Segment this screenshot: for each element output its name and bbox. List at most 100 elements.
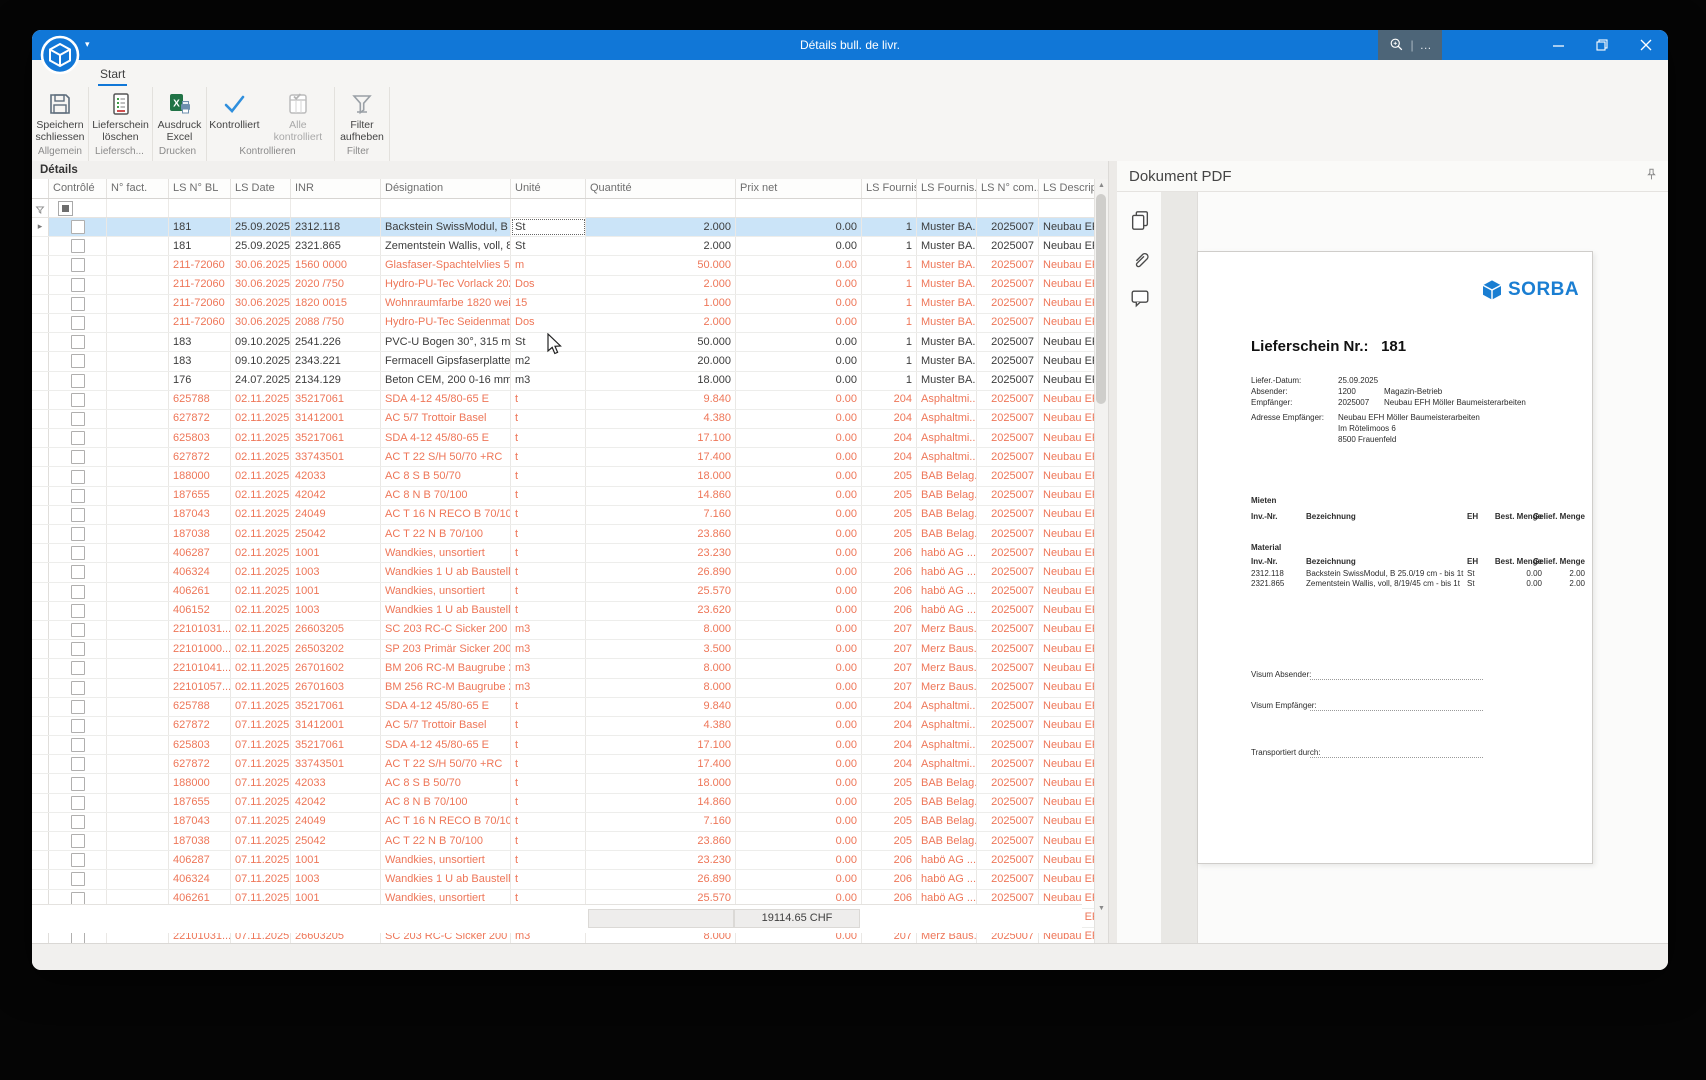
- cell-qty[interactable]: 17.100: [586, 429, 736, 447]
- restore-button[interactable]: [1580, 30, 1624, 60]
- cell-nfact[interactable]: [107, 813, 169, 831]
- cell-ncom[interactable]: 2025007: [977, 506, 1039, 524]
- cell-ncom[interactable]: 2025007: [977, 794, 1039, 812]
- filter-cell-bl[interactable]: [169, 199, 231, 217]
- cell-inr[interactable]: 31412001: [291, 717, 381, 735]
- save-close-button[interactable]: Speichern schliessen: [32, 87, 88, 143]
- cell-descr[interactable]: Neubau EF...: [1039, 448, 1095, 466]
- table-row[interactable]: 18704302.11.202524049AC T 16 N RECO B 70…: [32, 506, 1095, 525]
- cell-desig[interactable]: AC 8 S B 50/70: [381, 774, 511, 792]
- controlled-checkbox[interactable]: [71, 470, 85, 484]
- cell-prix[interactable]: 0.00: [736, 448, 862, 466]
- cell-inr[interactable]: 25042: [291, 832, 381, 850]
- cell-desig[interactable]: Wandkies 1 U ab Baustelle: [381, 563, 511, 581]
- cell-desig[interactable]: Wandkies, unsortiert: [381, 544, 511, 562]
- column-header-fno[interactable]: LS Fournis...: [862, 179, 917, 198]
- scroll-down-icon[interactable]: ▼: [1095, 902, 1108, 915]
- cell-prix[interactable]: 0.00: [736, 774, 862, 792]
- cell-prix[interactable]: 0.00: [736, 621, 862, 639]
- table-row[interactable]: 211-7206030.06.20252020 /750Hydro-PU-Tec…: [32, 276, 1095, 295]
- cell-unite[interactable]: t: [511, 563, 586, 581]
- cell-prix[interactable]: 0.00: [736, 352, 862, 370]
- cell-desig[interactable]: Beton CEM, 200 0-16 mm: [381, 372, 511, 390]
- cell-controle[interactable]: [49, 544, 107, 562]
- cell-inr[interactable]: 1003: [291, 602, 381, 620]
- cell-prix[interactable]: 0.00: [736, 314, 862, 332]
- controlled-checkbox[interactable]: [71, 815, 85, 829]
- cell-nfact[interactable]: [107, 372, 169, 390]
- table-row[interactable]: 211-7206030.06.20251820 0015Wohnraumfarb…: [32, 295, 1095, 314]
- cell-fno[interactable]: 205: [862, 487, 917, 505]
- controlled-checkbox[interactable]: [71, 316, 85, 330]
- cell-fname[interactable]: BAB Belag...: [917, 467, 977, 485]
- cell-ncom[interactable]: 2025007: [977, 679, 1039, 697]
- cell-descr[interactable]: Neubau EF...: [1039, 774, 1095, 792]
- column-header-unite[interactable]: Unité: [511, 179, 586, 198]
- cell-nfact[interactable]: [107, 487, 169, 505]
- cell-desig[interactable]: AC 8 S B 50/70: [381, 467, 511, 485]
- cell-ncom[interactable]: 2025007: [977, 237, 1039, 255]
- cell-date[interactable]: 07.11.2025: [231, 813, 291, 831]
- table-row[interactable]: 18765502.11.202542042AC 8 N B 70/100t14.…: [32, 487, 1095, 506]
- cell-ncom[interactable]: 2025007: [977, 314, 1039, 332]
- cell-date[interactable]: 02.11.2025: [231, 525, 291, 543]
- cell-bl[interactable]: 211-72060: [169, 256, 231, 274]
- cell-fname[interactable]: Muster BA...: [917, 256, 977, 274]
- cell-controle[interactable]: [49, 237, 107, 255]
- controlled-checkbox[interactable]: [71, 546, 85, 560]
- cell-date[interactable]: 30.06.2025: [231, 314, 291, 332]
- cell-qty[interactable]: 23.230: [586, 851, 736, 869]
- cell-qty[interactable]: 23.230: [586, 544, 736, 562]
- cell-descr[interactable]: Neubau EF...: [1039, 525, 1095, 543]
- cell-fno[interactable]: 204: [862, 717, 917, 735]
- cell-desig[interactable]: Wandkies, unsortiert: [381, 583, 511, 601]
- scrollbar-thumb[interactable]: [1096, 194, 1106, 404]
- cell-fname[interactable]: Asphaltmi...: [917, 717, 977, 735]
- controlled-checkbox[interactable]: [71, 565, 85, 579]
- cell-inr[interactable]: 1001: [291, 583, 381, 601]
- table-row[interactable]: 22101031...02.11.202526603205SC 203 RC-C…: [32, 621, 1095, 640]
- cell-date[interactable]: 30.06.2025: [231, 256, 291, 274]
- cell-desig[interactable]: AC 8 N B 70/100: [381, 794, 511, 812]
- controlled-checkbox[interactable]: [71, 700, 85, 714]
- cell-ncom[interactable]: 2025007: [977, 256, 1039, 274]
- cell-bl[interactable]: 187038: [169, 832, 231, 850]
- cell-bl[interactable]: 406287: [169, 544, 231, 562]
- table-row[interactable]: 18125.09.20252321.865Zementstein Wallis,…: [32, 237, 1095, 256]
- cell-bl[interactable]: 187038: [169, 525, 231, 543]
- cell-bl[interactable]: 188000: [169, 467, 231, 485]
- tab-start[interactable]: Start: [92, 64, 133, 84]
- cell-controle[interactable]: [49, 333, 107, 351]
- cell-bl[interactable]: 22101041...: [169, 659, 231, 677]
- cell-qty[interactable]: 25.570: [586, 583, 736, 601]
- cell-unite[interactable]: t: [511, 717, 586, 735]
- cell-nfact[interactable]: [107, 410, 169, 428]
- controlled-checkbox[interactable]: [71, 872, 85, 886]
- cell-desig[interactable]: Wandkies 1 U ab Baustelle: [381, 870, 511, 888]
- cell-controle[interactable]: [49, 794, 107, 812]
- minimize-button[interactable]: [1536, 30, 1580, 60]
- controlled-checkbox[interactable]: [71, 508, 85, 522]
- table-row[interactable]: 62787202.11.202531412001AC 5/7 Trottoir …: [32, 410, 1095, 429]
- cell-inr[interactable]: 2343.221: [291, 352, 381, 370]
- cell-ncom[interactable]: 2025007: [977, 659, 1039, 677]
- cell-fno[interactable]: 1: [862, 314, 917, 332]
- cell-inr[interactable]: 33743501: [291, 755, 381, 773]
- cell-unite[interactable]: t: [511, 487, 586, 505]
- table-row[interactable]: 40628707.11.20251001Wandkies, unsortiert…: [32, 851, 1095, 870]
- cell-prix[interactable]: 0.00: [736, 563, 862, 581]
- cell-ncom[interactable]: 2025007: [977, 372, 1039, 390]
- cell-inr[interactable]: 42033: [291, 774, 381, 792]
- cell-nfact[interactable]: [107, 698, 169, 716]
- filter-cell-inr[interactable]: [291, 199, 381, 217]
- cell-fname[interactable]: habö AG ...: [917, 583, 977, 601]
- cell-inr[interactable]: 1001: [291, 544, 381, 562]
- cell-descr[interactable]: Neubau EF...: [1039, 372, 1095, 390]
- cell-ncom[interactable]: 2025007: [977, 429, 1039, 447]
- cell-fname[interactable]: Asphaltmi...: [917, 736, 977, 754]
- cell-descr[interactable]: Neubau EF...: [1039, 256, 1095, 274]
- cell-unite[interactable]: St: [511, 218, 586, 236]
- cell-inr[interactable]: 1820 0015: [291, 295, 381, 313]
- cell-descr[interactable]: Neubau EF...: [1039, 794, 1095, 812]
- cell-qty[interactable]: 7.160: [586, 813, 736, 831]
